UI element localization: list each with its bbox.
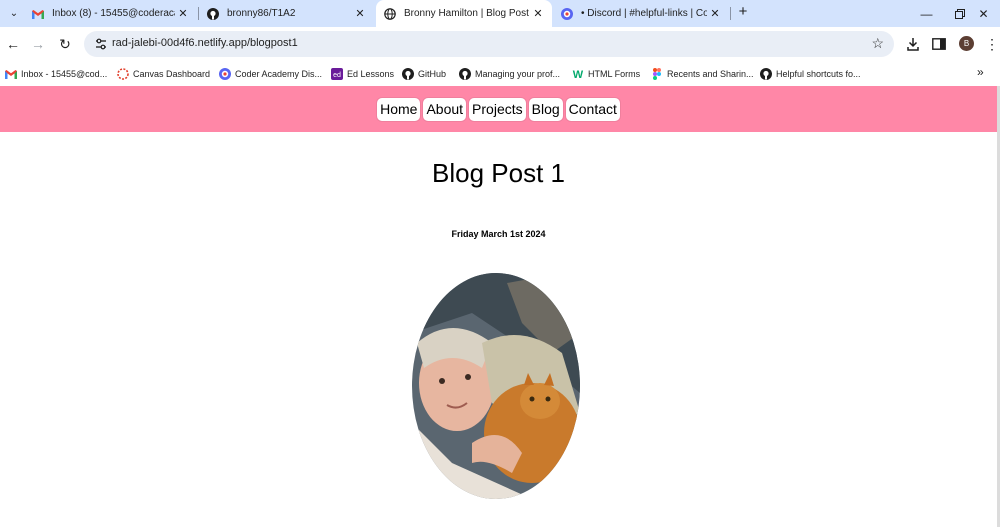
back-arrow-icon[interactable]: ← xyxy=(4,35,22,53)
figma-icon xyxy=(651,67,663,80)
page-title: Blog Post 1 xyxy=(432,158,565,188)
post-date: Friday March 1st 2024 xyxy=(451,229,546,239)
close-icon[interactable]: ✕ xyxy=(707,7,723,20)
svg-text:ed: ed xyxy=(333,72,341,79)
canvas-icon xyxy=(117,67,129,80)
bookmark-item[interactable]: Recents and Sharin... xyxy=(651,66,754,81)
web-page: Home About Projects Blog Contact Blog Po… xyxy=(0,86,997,527)
bookmark-star-icon[interactable]: ☆ xyxy=(871,35,884,52)
bookmark-item[interactable]: ed Ed Lessons xyxy=(331,66,394,81)
tab-strip: ⌄ Inbox (8) - 15455@coderacader ✕ bronny… xyxy=(0,0,1000,27)
new-tab-icon[interactable]: + xyxy=(735,4,751,20)
browser-toolbar: ← → ↻ rad-jalebi-00d4f6.netlify.app/blog… xyxy=(0,27,1000,61)
bookmark-label: Ed Lessons xyxy=(347,68,395,79)
address-bar[interactable]: rad-jalebi-00d4f6.netlify.app/blogpost1 … xyxy=(84,31,894,57)
avatar[interactable]: B xyxy=(959,36,974,51)
globe-icon xyxy=(384,7,396,20)
bookmark-label: Managing your prof... xyxy=(475,68,561,79)
site-header-nav: Home About Projects Blog Contact xyxy=(0,86,997,132)
bookmark-item[interactable]: Helpful shortcuts fo... xyxy=(760,66,861,81)
github-icon xyxy=(207,7,219,20)
bookmarks-bar: Inbox - 15455@cod... Canvas Dashboard Co… xyxy=(0,61,1000,86)
bookmark-label: Helpful shortcuts fo... xyxy=(776,68,861,79)
github-icon xyxy=(459,67,471,80)
bookmark-label: Canvas Dashboard xyxy=(133,68,211,79)
tab-title: Inbox (8) - 15455@coderacader xyxy=(52,8,175,19)
tab-discord[interactable]: • Discord | #helpful-links | Code ✕ xyxy=(553,0,729,27)
bookmark-label: Coder Academy Dis... xyxy=(235,68,323,79)
nav-projects-link[interactable]: Projects xyxy=(469,97,526,121)
close-icon[interactable]: ✕ xyxy=(352,7,368,20)
site-info-icon[interactable] xyxy=(94,37,108,51)
tab-search-chevron-icon[interactable]: ⌄ xyxy=(5,4,23,22)
reload-icon[interactable]: ↻ xyxy=(56,35,74,53)
github-icon xyxy=(402,67,414,80)
download-icon[interactable] xyxy=(904,35,922,53)
bookmark-label: HTML Forms xyxy=(588,68,641,79)
nav-blog-link[interactable]: Blog xyxy=(528,97,563,121)
bookmark-label: GitHub xyxy=(418,68,447,79)
nav-about-link[interactable]: About xyxy=(423,97,467,121)
blog-post-photo xyxy=(412,273,580,499)
nav-home-link[interactable]: Home xyxy=(377,97,421,121)
bookmark-item[interactable]: Inbox - 15455@cod... xyxy=(5,66,107,81)
discord-icon xyxy=(219,67,231,80)
gmail-icon xyxy=(5,68,17,80)
tab-title: Bronny Hamilton | Blog Post xyxy=(404,8,529,19)
close-icon[interactable]: ✕ xyxy=(175,7,191,20)
nav-contact-link[interactable]: Contact xyxy=(565,97,620,121)
bookmark-item[interactable]: GitHub xyxy=(402,66,446,81)
bookmark-item[interactable]: Managing your prof... xyxy=(459,66,560,81)
bookmark-label: Recents and Sharin... xyxy=(667,68,754,79)
discord-icon xyxy=(561,7,573,20)
github-icon xyxy=(760,67,772,80)
bookmark-label: Inbox - 15455@cod... xyxy=(21,68,108,79)
chevron-double-right-icon[interactable]: » xyxy=(977,65,984,79)
tab-separator xyxy=(730,7,731,20)
ed-icon: ed xyxy=(331,67,343,80)
tab-title: bronny86/T1A2 xyxy=(227,8,296,19)
svg-text:W: W xyxy=(573,69,584,80)
bookmark-item[interactable]: Coder Academy Dis... xyxy=(219,66,322,81)
bookmark-item[interactable]: W HTML Forms xyxy=(572,66,640,81)
tab-blog-post[interactable]: Bronny Hamilton | Blog Post ✕ xyxy=(376,0,552,27)
tab-github[interactable]: bronny86/T1A2 ✕ xyxy=(199,0,374,27)
forward-arrow-icon[interactable]: → xyxy=(29,35,47,53)
bookmark-item[interactable]: Canvas Dashboard xyxy=(117,66,210,81)
w3schools-icon: W xyxy=(572,68,584,80)
close-icon[interactable]: ✕ xyxy=(530,7,546,20)
gmail-icon xyxy=(32,8,44,20)
minimize-icon[interactable]: — xyxy=(910,0,943,27)
close-window-icon[interactable]: ✕ xyxy=(967,0,1000,27)
side-panel-icon[interactable] xyxy=(930,35,948,53)
kebab-menu-icon[interactable]: ⋮ xyxy=(983,35,1000,53)
url-text: rad-jalebi-00d4f6.netlify.app/blogpost1 xyxy=(112,37,298,49)
tab-gmail[interactable]: Inbox (8) - 15455@coderacader ✕ xyxy=(24,0,197,27)
tab-title: • Discord | #helpful-links | Code xyxy=(581,8,707,19)
